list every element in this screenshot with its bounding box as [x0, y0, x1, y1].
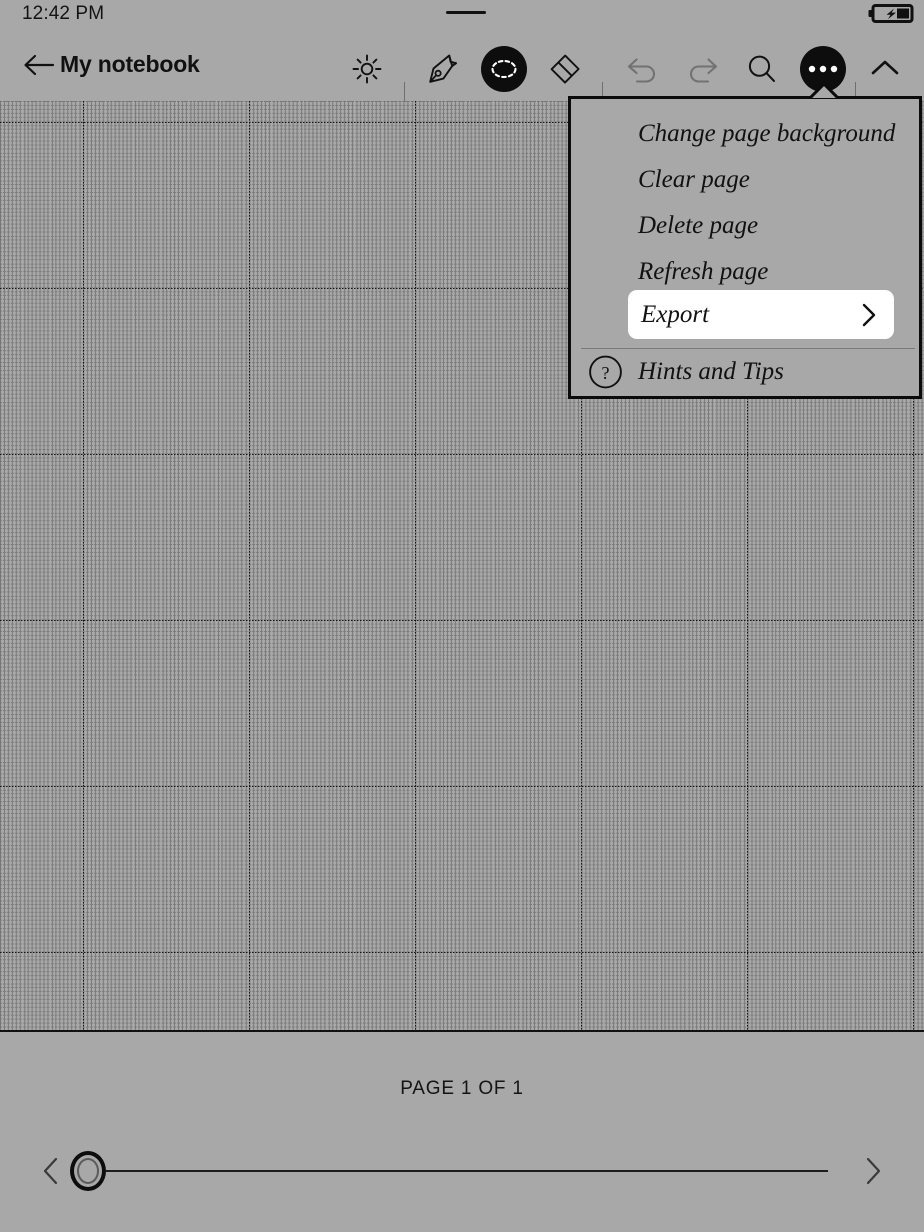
- page-title: My notebook: [60, 51, 200, 77]
- eraser-icon: [550, 54, 580, 84]
- collapse-toolbar-button[interactable]: [862, 46, 908, 92]
- menu-item-clear-page[interactable]: Clear page: [571, 157, 924, 203]
- menu-item-label: Export: [641, 300, 710, 328]
- menu-item-delete-page[interactable]: Delete page: [571, 203, 924, 249]
- chevron-up-icon: [871, 60, 899, 75]
- grid-line: [0, 620, 924, 621]
- ellipsis-icon: [808, 65, 838, 73]
- grid-line: [415, 101, 416, 1030]
- svg-text:?: ?: [602, 363, 610, 383]
- next-page-button[interactable]: [860, 1156, 886, 1186]
- undo-arrow-icon: [627, 58, 655, 83]
- more-options-menu: Change page background Clear page Delete…: [568, 96, 922, 399]
- chevron-right-icon: [862, 303, 876, 326]
- status-bar: 12:42 PM: [0, 0, 924, 30]
- magnifier-icon: [748, 55, 775, 82]
- menu-pointer-arrow: [810, 82, 838, 98]
- toolbar: My notebook: [0, 32, 924, 116]
- menu-item-label: Refresh page: [638, 258, 769, 285]
- grid-line: [0, 786, 924, 787]
- search-button[interactable]: [739, 46, 785, 92]
- drag-handle-icon[interactable]: [446, 11, 486, 14]
- redo-button[interactable]: [680, 46, 726, 92]
- grid-line: [249, 101, 250, 1030]
- page-indicator: PAGE 1 OF 1: [400, 1078, 524, 1099]
- menu-item-change-page-background[interactable]: Change page background: [571, 111, 924, 157]
- sun-icon: [352, 54, 382, 84]
- menu-item-export[interactable]: Export: [628, 290, 894, 339]
- eraser-button[interactable]: [542, 46, 588, 92]
- selection-tool-button[interactable]: [481, 46, 527, 92]
- battery-charging-icon: [868, 4, 914, 23]
- status-clock: 12:42 PM: [22, 3, 105, 24]
- pen-button[interactable]: [420, 46, 466, 92]
- menu-item-label: Delete page: [638, 212, 759, 239]
- grid-line: [83, 101, 84, 1030]
- arrow-left-icon: [24, 54, 55, 76]
- undo-button[interactable]: [619, 46, 665, 92]
- lasso-select-icon: [491, 59, 517, 79]
- grid-line: [0, 454, 924, 455]
- slider-handle[interactable]: [70, 1151, 106, 1191]
- question-circle-icon: ?: [589, 355, 622, 389]
- back-button[interactable]: [22, 48, 56, 82]
- menu-item-hints-and-tips[interactable]: ? Hints and Tips: [571, 348, 924, 396]
- grid-line: [0, 952, 924, 953]
- slider-track[interactable]: [106, 1170, 828, 1172]
- menu-item-label: Change page background: [638, 120, 896, 147]
- previous-page-button[interactable]: [38, 1156, 64, 1186]
- page-slider[interactable]: [0, 1148, 924, 1194]
- brightness-button[interactable]: [344, 46, 390, 92]
- menu-item-label: Clear page: [638, 166, 750, 193]
- menu-item-label: Hints and Tips: [638, 358, 784, 385]
- redo-arrow-icon: [690, 58, 718, 83]
- pen-nib-icon: [429, 54, 458, 83]
- menu-item-refresh-page[interactable]: Refresh page: [571, 249, 924, 295]
